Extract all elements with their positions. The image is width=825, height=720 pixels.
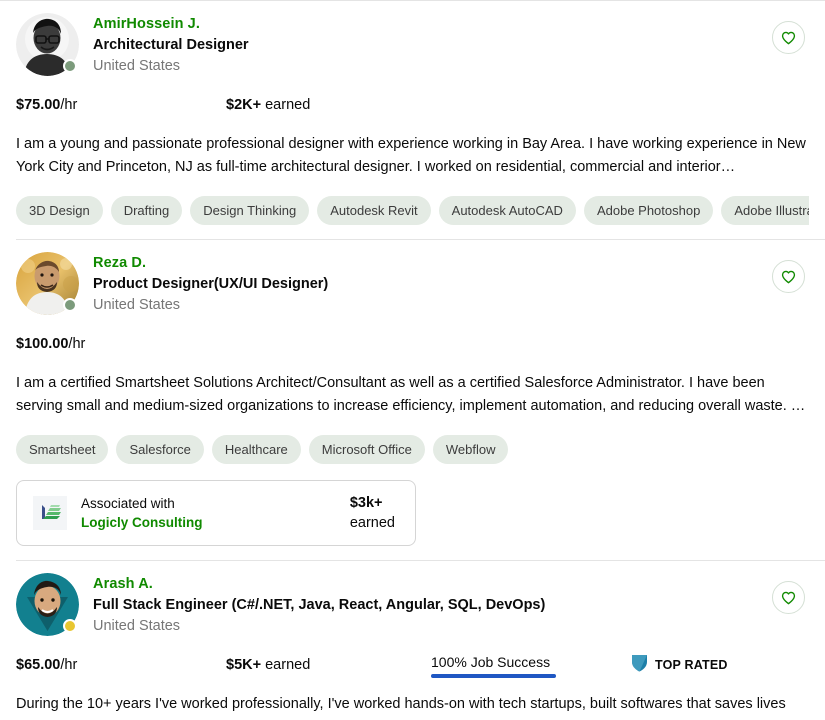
skill-tag[interactable]: Webflow [432, 435, 509, 464]
freelancer-description: I am a certified Smartsheet Solutions Ar… [16, 375, 806, 414]
freelancer-name[interactable]: AmirHossein J. [93, 15, 809, 34]
favorite-button[interactable] [772, 260, 805, 293]
freelancer-title: Full Stack Engineer (C#/.NET, Java, Reac… [93, 597, 546, 613]
freelancer-card[interactable]: AmirHossein J. Architectural Designer Un… [0, 1, 825, 240]
top-rated-label: TOP RATED [655, 658, 728, 672]
avatar[interactable] [16, 573, 79, 636]
total-earned: $2K+ earned [226, 97, 431, 113]
freelancer-description: During the 10+ years I've worked profess… [16, 696, 786, 712]
agency-earnings: $3k+ earned [350, 493, 399, 533]
hourly-rate-amount: $100.00 [16, 336, 69, 352]
agency-association[interactable]: Associated with Logicly Consulting $3k+ … [16, 480, 416, 546]
job-success-label: 100% Job Success [431, 654, 551, 670]
hourly-rate: $75.00/hr [16, 97, 226, 113]
freelancer-location: United States [93, 58, 181, 74]
avatar[interactable] [16, 13, 79, 76]
skill-tag-list: 3D Design Drafting Design Thinking Autod… [16, 196, 809, 225]
freelancer-stats: $65.00/hr $5K+ earned 100% Job Success T… [16, 654, 809, 678]
shield-icon [631, 654, 648, 677]
freelancer-search-results: AmirHossein J. Architectural Designer Un… [0, 0, 825, 720]
freelancer-location: United States [93, 618, 181, 634]
freelancer-stats: $100.00/hr [16, 333, 809, 355]
agency-text: Associated with Logicly Consulting [81, 494, 336, 532]
skill-tag[interactable]: 3D Design [16, 196, 103, 225]
avatar[interactable] [16, 252, 79, 315]
skill-tag[interactable]: Smartsheet [16, 435, 109, 464]
agency-associated-label: Associated with [81, 496, 175, 511]
freelancer-description: I am a young and passionate professional… [16, 136, 806, 175]
freelancer-location: United States [93, 297, 181, 313]
freelancer-name[interactable]: Arash A. [93, 575, 809, 594]
skill-tag[interactable]: Microsoft Office [308, 435, 425, 464]
skill-tag[interactable]: Adobe Illustrator [721, 196, 809, 225]
freelancer-identity: Reza D. Product Designer(UX/UI Designer)… [93, 252, 809, 315]
total-earned-amount: $2K+ [226, 97, 262, 113]
agency-name[interactable]: Logicly Consulting [81, 513, 336, 532]
heart-icon [781, 270, 796, 284]
hourly-rate-amount: $75.00 [16, 97, 61, 113]
logicly-logo-icon [33, 496, 67, 530]
heart-icon [781, 31, 796, 45]
total-earned-label: earned [265, 657, 311, 673]
hourly-rate-unit: /hr [60, 657, 78, 673]
skill-tag-list: Smartsheet Salesforce Healthcare Microso… [16, 435, 809, 464]
status-indicator [63, 619, 77, 633]
heart-icon [781, 591, 796, 605]
skill-tag[interactable]: Autodesk AutoCAD [438, 196, 576, 225]
job-success-score: 100% Job Success [431, 654, 556, 678]
freelancer-name[interactable]: Reza D. [93, 254, 809, 273]
hourly-rate-amount: $65.00 [16, 657, 61, 673]
status-indicator [63, 298, 77, 312]
skill-tag[interactable]: Healthcare [211, 435, 301, 464]
total-earned: $5K+ earned [226, 657, 431, 673]
agency-earned-amount: $3k+ [349, 495, 383, 511]
skill-tag[interactable]: Autodesk Revit [317, 196, 431, 225]
freelancer-header: Reza D. Product Designer(UX/UI Designer)… [16, 252, 809, 315]
total-earned-label: earned [265, 97, 311, 113]
freelancer-header: AmirHossein J. Architectural Designer Un… [16, 13, 809, 76]
hourly-rate-unit: /hr [68, 336, 86, 352]
freelancer-card[interactable]: Arash A. Full Stack Engineer (C#/.NET, J… [0, 561, 825, 716]
skill-tag[interactable]: Design Thinking [190, 196, 310, 225]
hourly-rate: $65.00/hr [16, 657, 226, 673]
hourly-rate-unit: /hr [60, 97, 78, 113]
total-earned-amount: $5K+ [226, 657, 262, 673]
top-rated-badge: TOP RATED [631, 654, 728, 677]
freelancer-title: Product Designer(UX/UI Designer) [93, 276, 329, 292]
favorite-button[interactable] [772, 21, 805, 54]
freelancer-identity: AmirHossein J. Architectural Designer Un… [93, 13, 809, 76]
freelancer-identity: Arash A. Full Stack Engineer (C#/.NET, J… [93, 573, 809, 636]
freelancer-card[interactable]: Reza D. Product Designer(UX/UI Designer)… [0, 240, 825, 561]
status-indicator [63, 59, 77, 73]
skill-tag[interactable]: Drafting [110, 196, 183, 225]
freelancer-title: Architectural Designer [93, 37, 249, 53]
job-success-bar [431, 674, 556, 678]
freelancer-header: Arash A. Full Stack Engineer (C#/.NET, J… [16, 573, 809, 636]
agency-earned-label: earned [349, 515, 395, 531]
hourly-rate: $100.00/hr [16, 336, 226, 352]
freelancer-stats: $75.00/hr $2K+ earned [16, 94, 809, 116]
skill-tag[interactable]: Salesforce [116, 435, 204, 464]
favorite-button[interactable] [772, 581, 805, 614]
skill-tag[interactable]: Adobe Photoshop [583, 196, 714, 225]
